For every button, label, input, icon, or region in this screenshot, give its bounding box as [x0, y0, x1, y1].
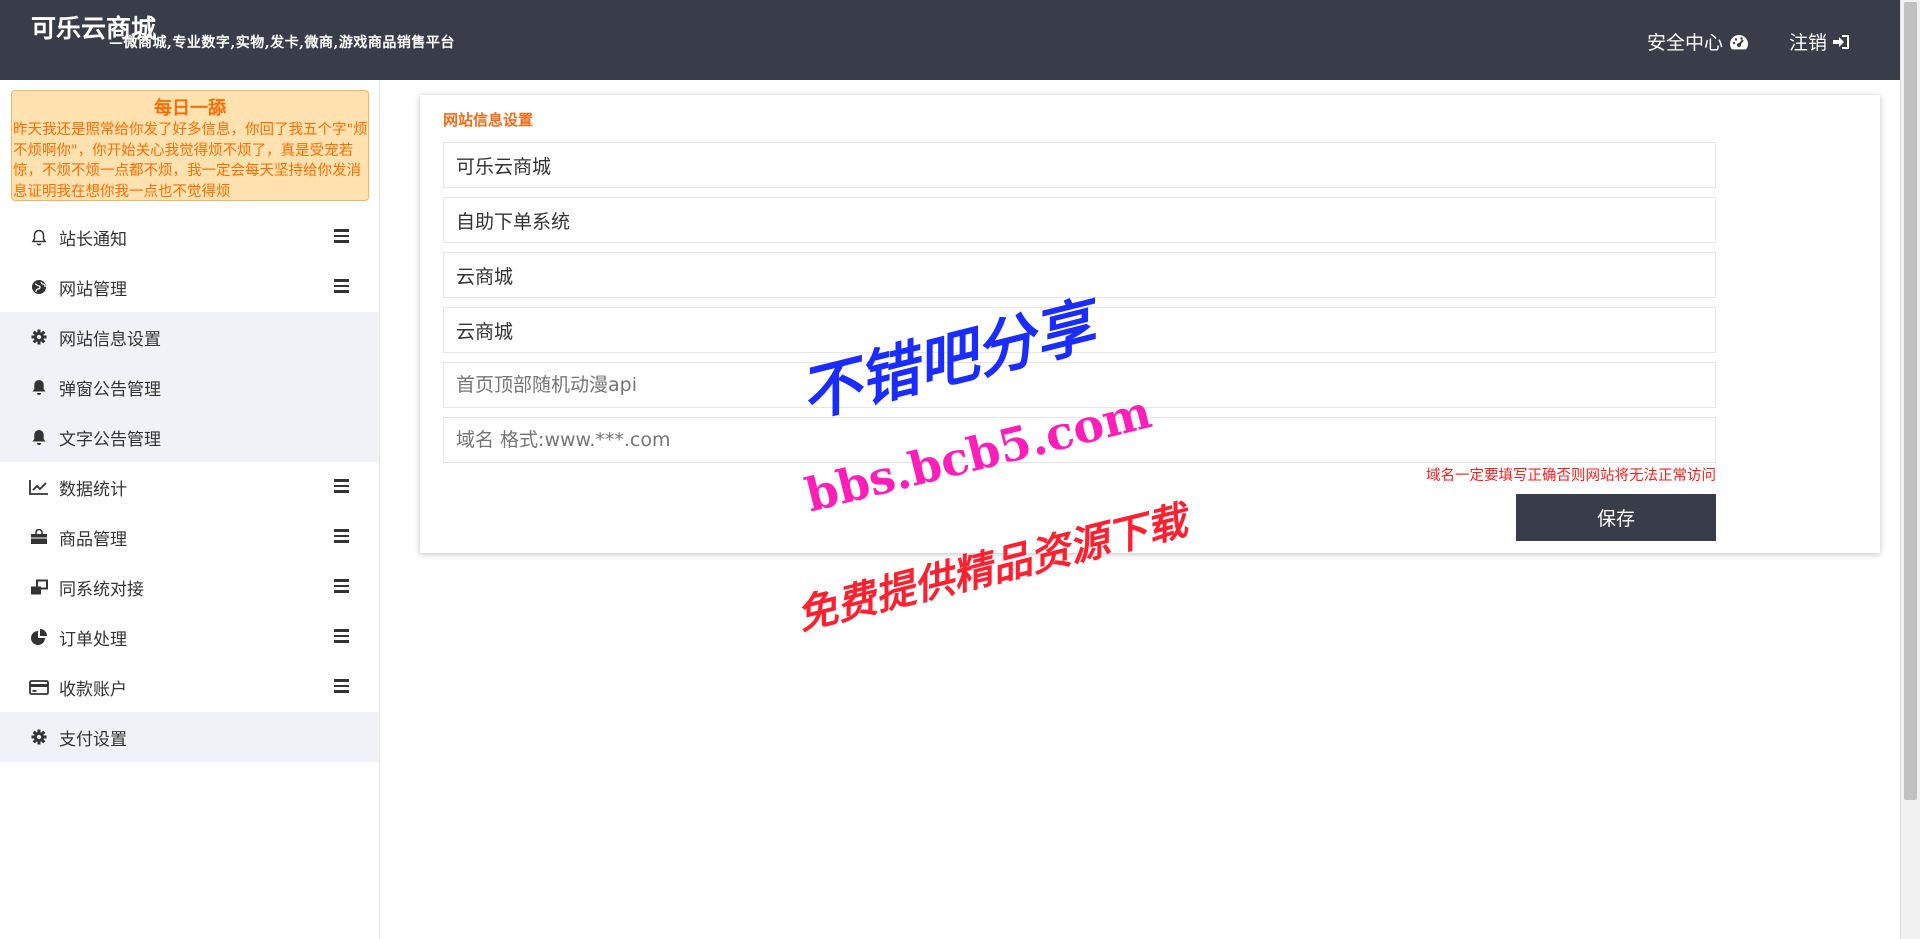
shopping-bag-icon [29, 527, 49, 547]
sidebar-item-label: 支付设置 [59, 729, 127, 750]
card-title: 网站信息设置 [443, 111, 534, 129]
menu-bars-icon [334, 479, 349, 493]
daily-notice-box: 每日一舔 昨天我还是照常给你发了好多信息，你回了我五个字"烦不烦啊你"，你开始关… [11, 90, 369, 201]
save-button[interactable]: 保存 [1516, 494, 1716, 541]
sidebar-item-order-processing[interactable]: 订单处理 [0, 612, 379, 662]
site-info-settings-card: 网站信息设置 域名一定要填写正确否则网站将无法正常访问 保存 [420, 95, 1880, 553]
sidebar-item-label: 网站管理 [59, 279, 127, 300]
dashboard-icon [1730, 34, 1749, 49]
link-windows-icon [29, 577, 49, 597]
sidebar-item-label: 商品管理 [59, 529, 127, 550]
security-center-link[interactable]: 安全中心 [1647, 28, 1749, 55]
sidebar-item-payment-accounts[interactable]: 收款账户 [0, 662, 379, 712]
site-name-field[interactable] [443, 142, 1716, 188]
sidebar-item-label: 网站信息设置 [59, 329, 161, 350]
daily-notice-title: 每日一舔 [154, 98, 226, 119]
sidebar-item-webmaster-notice[interactable]: 站长通知 [0, 212, 379, 262]
menu-bars-icon [334, 579, 349, 593]
menu-bars-icon [334, 679, 349, 693]
sidebar-item-label: 站长通知 [59, 229, 127, 250]
sidebar-item-payment-settings[interactable]: 支付设置 [0, 712, 379, 762]
sidebar-item-system-docking[interactable]: 同系统对接 [0, 562, 379, 612]
sidebar-item-label: 文字公告管理 [59, 429, 161, 450]
site-subtitle: —微商城,专业数字,实物,发卡,微商,游戏商品销售平台 [109, 35, 455, 51]
daily-notice-text: 昨天我还是照常给你发了好多信息，你回了我五个字"烦不烦啊你"，你开始关心我觉得烦… [13, 122, 368, 200]
sidebar-item-statistics[interactable]: 数据统计 [0, 462, 379, 512]
top-header: 可乐云商城 —微商城,专业数字,实物,发卡,微商,游戏商品销售平台 安全中心 注… [0, 0, 1900, 80]
bell-outline-icon [29, 227, 49, 247]
pie-chart-icon [29, 627, 49, 647]
scrollbar-thumb[interactable] [1904, 2, 1917, 800]
gear-icon [29, 327, 49, 347]
credit-card-icon [29, 677, 49, 697]
logout-link[interactable]: 注销 [1789, 28, 1851, 55]
sidebar-item-label: 弹窗公告管理 [59, 379, 161, 400]
bell-icon [29, 377, 49, 397]
menu-bars-icon [334, 279, 349, 293]
sidebar-item-label: 数据统计 [59, 479, 127, 500]
site-description-field[interactable] [443, 197, 1716, 243]
sidebar-item-text-notice-management[interactable]: 文字公告管理 [0, 412, 379, 462]
sign-out-icon [1833, 34, 1850, 49]
sidebar-item-product-management[interactable]: 商品管理 [0, 512, 379, 562]
gear-icon [29, 727, 49, 747]
menu-bars-icon [334, 529, 349, 543]
sidebar-item-popup-notice-management[interactable]: 弹窗公告管理 [0, 362, 379, 412]
sidebar: 每日一舔 昨天我还是照常给你发了好多信息，你回了我五个字"烦不烦啊你"，你开始关… [0, 80, 380, 939]
sidebar-item-label: 同系统对接 [59, 579, 144, 600]
domain-hint: 域名一定要填写正确否则网站将无法正常访问 [1426, 468, 1716, 484]
menu-bars-icon [334, 629, 349, 643]
bell-icon [29, 427, 49, 447]
menu-bars-icon [334, 229, 349, 243]
line-chart-icon [29, 477, 49, 497]
sidebar-menu: 站长通知 网站管理 网站信息设置 弹窗公告管理 文字公告管理 数据统计 商品管理… [0, 212, 379, 762]
security-center-label: 安全中心 [1647, 32, 1724, 54]
page-scrollbar[interactable] [1900, 0, 1920, 939]
globe-icon [29, 277, 49, 297]
sidebar-item-site-info-settings[interactable]: 网站信息设置 [0, 312, 379, 362]
logout-label: 注销 [1789, 32, 1828, 54]
sidebar-item-label: 订单处理 [59, 629, 127, 650]
sidebar-item-label: 收款账户 [59, 679, 127, 700]
sidebar-item-site-management[interactable]: 网站管理 [0, 262, 379, 312]
